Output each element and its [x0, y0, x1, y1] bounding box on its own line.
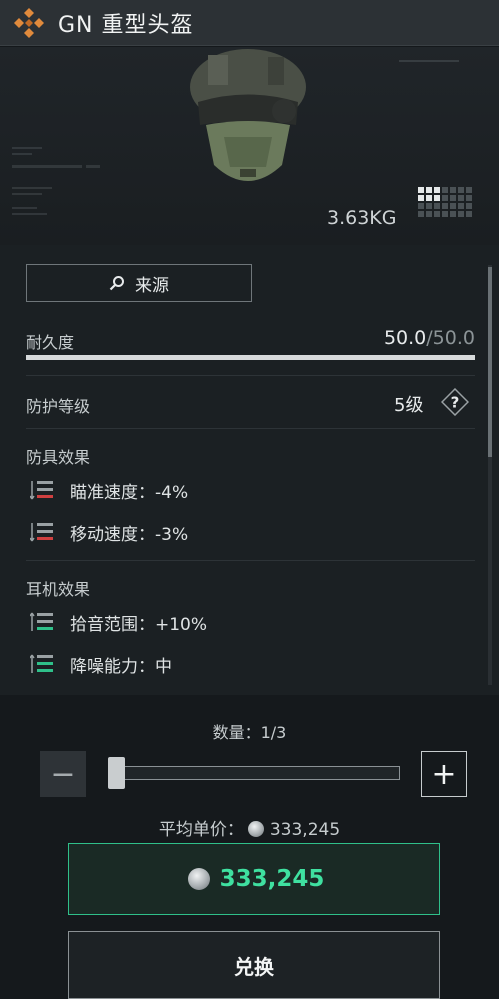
grid-size-icon	[418, 187, 472, 217]
average-price-value: 333,245	[269, 820, 341, 840]
headset-effect-text: 降噪能力：中	[70, 656, 172, 677]
protection-value: 5级	[394, 395, 424, 416]
quantity-slider-handle[interactable]	[108, 757, 125, 789]
durability-value: 50.0/50.0	[384, 327, 475, 349]
divider	[26, 375, 475, 376]
quantity-slider[interactable]	[108, 766, 400, 780]
helmet-image	[190, 49, 306, 181]
buff-icon	[30, 612, 53, 631]
item-preview: 3.63KG	[0, 47, 499, 245]
coin-icon	[247, 821, 264, 837]
info-scrollbar[interactable]	[488, 265, 492, 685]
durability-current: 50.0	[383, 327, 427, 349]
diamond-logo-icon	[12, 6, 46, 40]
armor-effect-text: 移动速度：-3%	[70, 524, 189, 545]
durability-label: 耐久度	[26, 333, 75, 352]
headset-effect-text: 拾音范围：+10%	[70, 614, 208, 635]
headset-effect-item: 降噪能力：中	[30, 652, 172, 677]
scrollbar-thumb[interactable]	[488, 267, 492, 457]
coin-icon	[187, 868, 210, 890]
quantity-decrease-button[interactable]: −	[40, 751, 86, 797]
armor-effect-item: 瞄准速度：-4%	[30, 478, 189, 503]
source-button-label: 来源	[135, 275, 169, 296]
headset-effect-item: 拾音范围：+10%	[30, 610, 208, 635]
debuff-icon	[30, 523, 53, 542]
total-price-value: 333,245	[219, 866, 325, 892]
quantity-increase-button[interactable]: +	[421, 751, 467, 797]
search-icon	[109, 276, 124, 291]
armor-effect-item: 移动速度：-3%	[30, 520, 189, 545]
exchange-button[interactable]: 兑换	[68, 931, 440, 999]
quantity-label: 数量：1/3	[212, 723, 287, 742]
item-info-panel: 来源 耐久度 50.0/50.0 防护等级 5级 ? 防具效果 瞄准速度：-4%	[0, 245, 499, 695]
average-price-label: 平均单价：	[158, 820, 244, 840]
divider	[26, 560, 475, 561]
divider	[26, 428, 475, 429]
help-icon[interactable]: ?	[440, 387, 470, 417]
protection-label: 防护等级	[26, 397, 91, 416]
armor-effect-text: 瞄准速度：-4%	[70, 482, 189, 503]
help-icon-label: ?	[451, 394, 460, 412]
item-weight: 3.63KG	[327, 207, 397, 229]
durability-max: /50.0	[426, 327, 475, 349]
item-title: GN 重型头盔	[58, 12, 194, 38]
headset-effects-title: 耳机效果	[26, 580, 91, 599]
armor-effects-title: 防具效果	[26, 448, 91, 467]
decor-lines	[399, 60, 459, 62]
durability-bar-fill	[26, 355, 475, 360]
total-price-button[interactable]: 333,245	[68, 843, 440, 915]
header-bar: GN 重型头盔	[0, 0, 499, 46]
source-button[interactable]: 来源	[26, 264, 252, 302]
durability-bar	[26, 355, 475, 360]
average-price-row: 平均单价： 333,245	[0, 815, 499, 840]
decor-text-block	[12, 147, 100, 215]
trade-section: 数量：1/3 − + 平均单价： 333,245 333,245 兑换	[0, 695, 499, 999]
debuff-icon	[30, 481, 53, 500]
buff-icon	[30, 654, 53, 673]
